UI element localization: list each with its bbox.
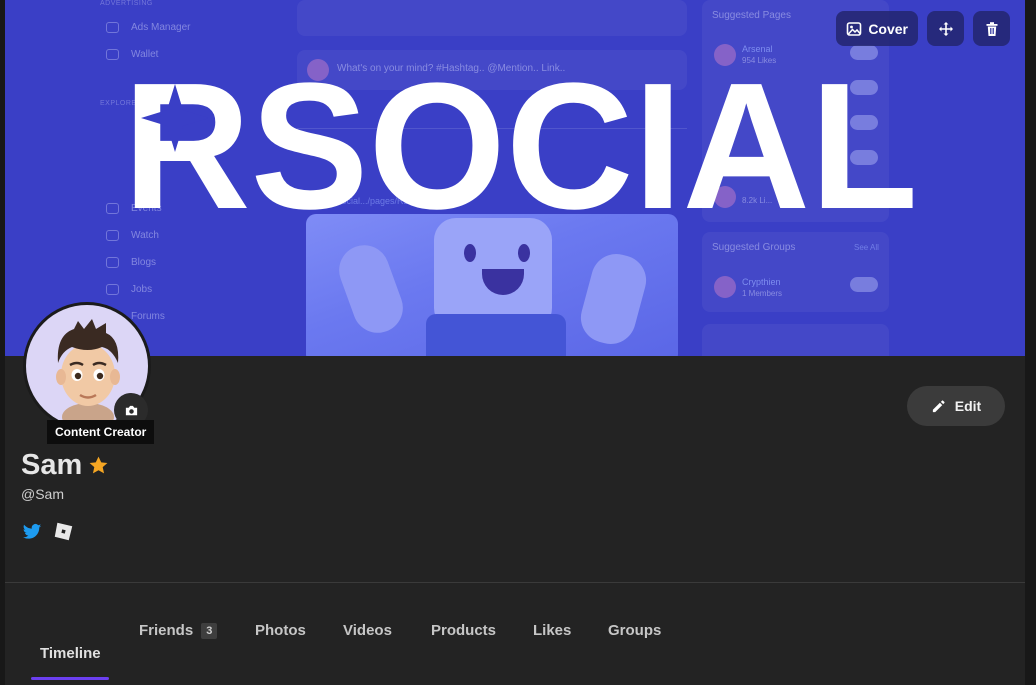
tab-groups[interactable]: Groups <box>608 622 661 639</box>
cover-mock-card <box>702 324 889 356</box>
tab-label: Groups <box>608 622 662 639</box>
delete-cover-button[interactable] <box>973 11 1010 46</box>
tab-photos[interactable]: Photos <box>255 622 306 639</box>
cover-mock-item: Ads Manager <box>106 17 190 37</box>
cover-mock-item: Blogs <box>106 252 156 272</box>
active-tab-indicator <box>31 677 109 680</box>
rsocial-logo-text: RSOCIAL <box>123 66 918 212</box>
cover-button[interactable]: Cover <box>836 11 918 46</box>
tab-label: Photos <box>255 622 306 639</box>
move-icon <box>938 21 953 36</box>
profile-page: ADVERTISING Ads Manager Wallet EXPLORE E… <box>5 0 1025 685</box>
friends-count-badge: 3 <box>201 622 218 639</box>
reposition-button[interactable] <box>927 11 964 46</box>
twitter-icon[interactable] <box>22 522 42 542</box>
tab-label: Videos <box>343 622 392 639</box>
cover-mock-section: ADVERTISING <box>100 0 153 7</box>
tab-likes[interactable]: Likes <box>533 622 571 639</box>
blogs-icon <box>106 256 119 268</box>
cover-actions: Cover <box>836 11 1010 46</box>
tab-label: Friends <box>139 622 194 639</box>
star-icon <box>89 456 108 474</box>
camera-icon <box>125 405 137 415</box>
tab-friends[interactable]: Friends 3 <box>139 622 218 639</box>
edit-profile-button[interactable]: Edit <box>907 386 1005 426</box>
tab-label: Timeline <box>40 645 101 662</box>
tab-label: Likes <box>533 622 572 639</box>
profile-name-text: Sam <box>21 449 83 481</box>
cover-mock-stories-card <box>297 0 687 36</box>
profile-handle: @Sam <box>21 486 64 502</box>
pencil-icon <box>932 399 945 412</box>
tab-products[interactable]: Products <box>431 622 496 639</box>
roblox-icon[interactable] <box>53 521 74 542</box>
cover-button-label: Cover <box>868 20 908 37</box>
profile-divider <box>5 582 1025 583</box>
cover-mock-item: Wallet <box>106 44 158 64</box>
tab-timeline[interactable]: Timeline <box>40 645 101 662</box>
profile-tabs: Timeline Friends 3 Photos Videos Product… <box>5 600 1025 685</box>
events-icon <box>106 202 119 214</box>
wallet-icon <box>106 48 119 60</box>
rsocial-logo: RSOCIAL <box>123 66 918 212</box>
cover-mock-item: Jobs <box>106 279 152 299</box>
cover-mock-item: Watch <box>106 225 159 245</box>
image-icon <box>847 21 862 36</box>
tab-videos[interactable]: Videos <box>343 622 392 639</box>
ads-icon <box>106 21 119 33</box>
jobs-icon <box>106 283 119 295</box>
trash-icon <box>986 21 997 36</box>
edit-button-label: Edit <box>954 398 982 414</box>
cover-mock-post-image <box>306 214 678 356</box>
profile-name: Sam <box>21 449 109 482</box>
social-links <box>22 521 74 542</box>
tab-label: Products <box>431 622 497 639</box>
cover-mock-suggested-groups: Suggested Groups See All Crypthien 1 Mem… <box>702 232 889 312</box>
content-creator-badge: Content Creator <box>47 420 155 444</box>
cover-photo: ADVERTISING Ads Manager Wallet EXPLORE E… <box>5 0 1025 356</box>
watch-icon <box>106 229 119 241</box>
